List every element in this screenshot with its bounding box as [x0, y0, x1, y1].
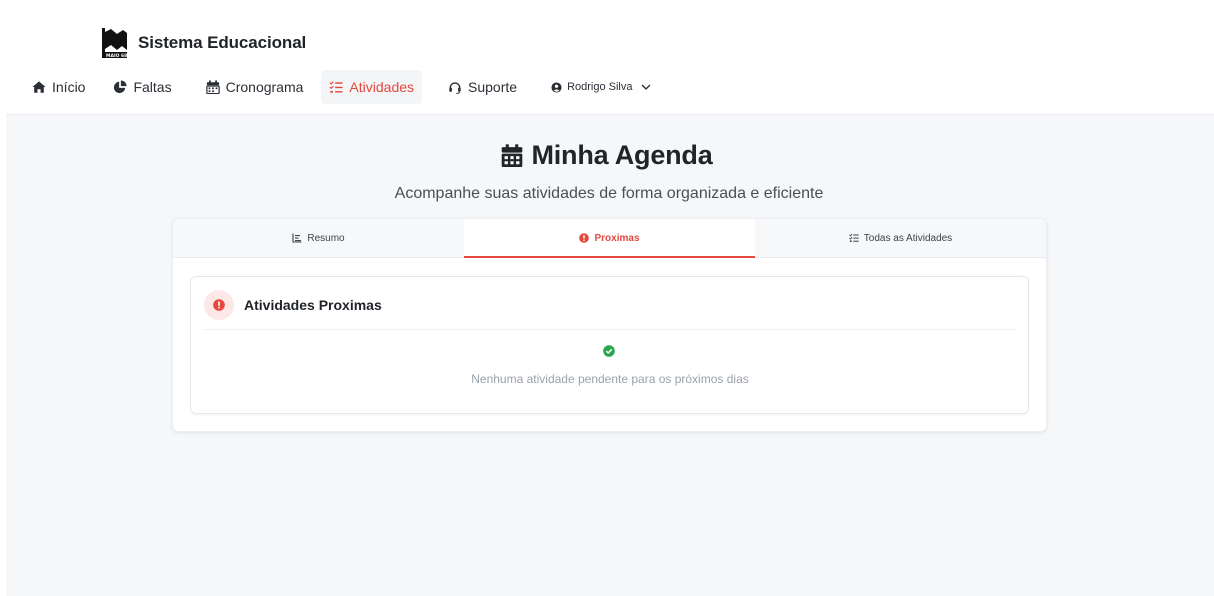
svg-text:MAIO 68: MAIO 68 — [106, 53, 127, 59]
nav-item-faltas[interactable]: Faltas — [105, 70, 179, 104]
upcoming-title: Atividades Proximas — [244, 297, 382, 313]
user-circle-icon — [551, 81, 562, 93]
nav-item-cronograma[interactable]: Cronograma — [198, 70, 312, 104]
divider — [204, 329, 1015, 330]
check-circle-icon — [603, 345, 615, 357]
home-icon — [32, 81, 46, 93]
upcoming-panel: Atividades Proximas Nenhuma atividade pe… — [190, 276, 1029, 414]
school-logo-icon: MAIO 68 — [97, 26, 129, 59]
headset-icon — [449, 82, 461, 94]
tab-resumo[interactable]: Resumo — [173, 219, 464, 257]
tab-label: Resumo — [307, 232, 345, 244]
page-title: Minha Agenda — [0, 140, 1214, 171]
pie-chart-icon — [114, 80, 128, 94]
agenda-card: Resumo Proximas Todas as Atividades Ativ… — [172, 218, 1047, 432]
empty-state-message: Nenhuma atividade pendente para os próxi… — [471, 372, 749, 386]
brand[interactable]: MAIO 68 Sistema Educacional — [97, 26, 306, 59]
nav-label: Início — [52, 79, 86, 95]
nav-item-inicio[interactable]: Início — [24, 70, 93, 104]
tab-todas-atividades[interactable]: Todas as Atividades — [755, 219, 1046, 257]
user-name: Rodrigo Silva — [567, 81, 633, 93]
calendar-icon — [502, 143, 523, 167]
list-check-icon — [329, 81, 343, 93]
nav-item-suporte[interactable]: Suporte — [440, 70, 525, 104]
chevron-down-icon — [642, 84, 651, 90]
upcoming-header: Atividades Proximas — [204, 290, 382, 320]
nav-item-atividades[interactable]: Atividades — [321, 70, 423, 104]
nav-label: Cronograma — [225, 79, 304, 95]
brand-name: Sistema Educacional — [138, 32, 307, 52]
user-menu[interactable]: Rodrigo Silva — [543, 70, 660, 104]
nav-label: Atividades — [349, 79, 415, 95]
page-subtitle: Acompanhe suas atividades de forma organ… — [394, 185, 824, 202]
page-heading: Minha Agenda — [531, 140, 713, 170]
tab-proximas[interactable]: Proximas — [464, 219, 755, 258]
main-nav: Início Faltas Cronograma Atividades Supo… — [24, 70, 660, 104]
calendar-icon — [205, 80, 220, 94]
nav-label: Suporte — [468, 79, 518, 95]
alert-circle-icon — [213, 299, 225, 311]
list-check-icon — [848, 233, 859, 242]
nav-label: Faltas — [133, 79, 172, 95]
agenda-tabs: Resumo Proximas Todas as Atividades — [173, 219, 1046, 258]
alert-circle-icon — [579, 233, 590, 243]
tab-label: Proximas — [594, 232, 640, 244]
chart-line-icon — [292, 233, 302, 243]
alert-badge — [204, 290, 234, 320]
tab-label: Todas as Atividades — [863, 232, 953, 244]
